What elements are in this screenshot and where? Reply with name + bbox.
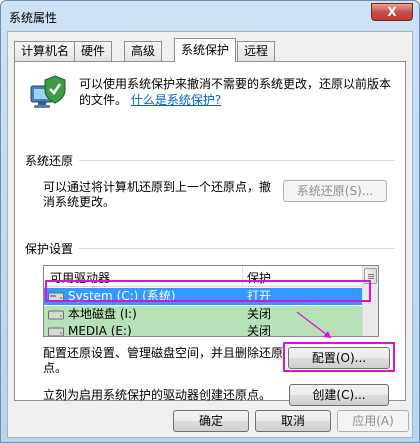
cancel-button[interactable]: 取消 [255, 410, 331, 432]
what-is-system-protection-link[interactable]: 什么是系统保护? [131, 93, 221, 107]
ok-button[interactable]: 确定 [173, 410, 249, 432]
tab-hardware[interactable]: 硬件 [74, 41, 113, 61]
annotation-arrow-icon [296, 311, 332, 339]
configure-description: 配置还原设置、管理磁盘空间，并且删除还原点。 [43, 346, 284, 375]
scrollbar-thumb[interactable] [364, 268, 377, 284]
protection-settings-divider [79, 248, 395, 249]
drive-protection: 关闭 [247, 324, 272, 337]
dialog-client: 计算机名 硬件 高级 系统保护 远程 可以使用系统保护来撤消不需要的系统更改，还… [7, 31, 413, 438]
system-restore-description: 可以通过将计算机还原到上一个还原点，撤消系统更改。 [43, 180, 272, 209]
scroll-grip-line [368, 274, 374, 275]
system-restore-button[interactable]: 系统还原(S)... [283, 180, 387, 202]
intro-description: 可以使用系统保护来撤消不需要的系统更改，还原以前版本的文件。 [79, 77, 392, 107]
create-description: 立刻为启用系统保护的驱动器创建还原点。 [43, 388, 272, 402]
column-protection[interactable]: 保护 [247, 269, 271, 286]
close-icon: X [387, 5, 397, 19]
drive-row-c[interactable]: System (C:) (系统) 打开 [44, 288, 362, 305]
drive-icon [48, 292, 64, 302]
tab-system-protection[interactable]: 系统保护 [174, 38, 237, 62]
protection-settings-heading: 保护设置 [25, 240, 78, 257]
scroll-grip-line [368, 276, 374, 277]
apply-button[interactable]: 应用(A) [337, 410, 409, 432]
title-bar[interactable]: 系统属性 X [1, 1, 419, 31]
column-available-drives[interactable]: 可用驱动器 [50, 269, 110, 286]
tab-advanced[interactable]: 高级 [124, 41, 163, 61]
drive-protection: 关闭 [247, 307, 272, 321]
scroll-grip-line [368, 278, 374, 279]
drive-name: 本地磁盘 (I:) [68, 307, 137, 321]
intro-text: 可以使用系统保护来撤消不需要的系统更改，还原以前版本的文件。 什么是系统保护? [79, 76, 399, 108]
close-button[interactable]: X [371, 3, 413, 21]
system-properties-window: 系统属性 X 计算机名 硬件 高级 系统保护 远程 可以使用系统保护来撤消不需要… [0, 0, 420, 443]
create-button[interactable]: 创建(C)... [289, 384, 389, 406]
system-protection-icon [30, 75, 66, 108]
drive-icon [48, 327, 64, 336]
configure-button[interactable]: 配置(O)... [288, 347, 390, 369]
drive-protection: 打开 [247, 289, 272, 303]
drive-name: MEDIA (E:) [68, 324, 132, 337]
window-title: 系统属性 [9, 11, 58, 25]
system-protection-panel: 可以使用系统保护来撤消不需要的系统更改，还原以前版本的文件。 什么是系统保护? … [14, 61, 406, 406]
drive-list-header: 可用驱动器 保护 [44, 266, 362, 287]
system-restore-divider [79, 160, 395, 161]
drive-icon [48, 310, 64, 320]
tab-remote[interactable]: 远程 [237, 41, 276, 61]
column-divider [242, 266, 243, 287]
drive-name: System (C:) (系统) [68, 289, 176, 303]
drive-list-scrollbar[interactable] [362, 266, 378, 336]
system-restore-heading: 系统还原 [25, 152, 78, 169]
tab-computer-name[interactable]: 计算机名 [14, 41, 77, 61]
